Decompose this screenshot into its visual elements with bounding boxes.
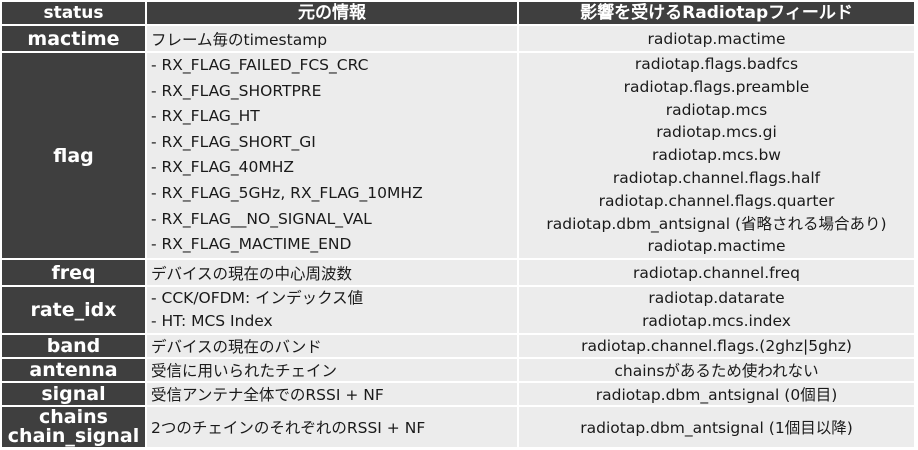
info-cell: 2つのチェインのそれぞれのRSSI + NF <box>147 407 517 448</box>
field-line: radiotap.channel.flags.quarter <box>598 191 835 210</box>
table-row: mactime フレーム毎のtimestamp radiotap.mactime <box>2 26 914 51</box>
field-cell: radiotap.dbm_antsignal (1個目以降) <box>519 407 914 448</box>
info-line: - RX_FLAG_SHORTPRE <box>151 81 322 100</box>
field-cell: radiotap.flags.badfcs radiotap.flags.pre… <box>519 53 914 259</box>
field-cell: radiotap.channel.flags.(2ghz|5ghz) <box>519 335 914 358</box>
field-line: radiotap.channel.flags.half <box>612 168 821 187</box>
field-line: radiotap.mcs.gi <box>656 123 777 142</box>
status-cell: freq <box>2 260 145 286</box>
info-cell: - CCK/OFDM: インデックス値 - HT: MCS Index <box>147 287 517 334</box>
info-line: - RX_FLAG_SHORT_GI <box>151 132 316 151</box>
field-cell: chainsがあるため使われない <box>519 359 914 382</box>
info-cell: デバイスの現在の中心周波数 <box>147 260 517 286</box>
info-line: - RX_FLAG__NO_SIGNAL_VAL <box>151 209 372 228</box>
status-cell: antenna <box>2 359 145 382</box>
info-line: - RX_FLAG_5GHz, RX_FLAG_10MHZ <box>151 183 423 202</box>
table-row: freq デバイスの現在の中心周波数 radiotap.channel.freq <box>2 260 914 286</box>
table-row: flag - RX_FLAG_FAILED_FCS_CRC - RX_FLAG_… <box>2 53 914 259</box>
field-cell: radiotap.datarate radiotap.mcs.index <box>519 287 914 334</box>
field-line: radiotap.datarate <box>648 289 785 308</box>
status-cell: rate_idx <box>2 287 145 334</box>
info-line: - RX_FLAG_40MHZ <box>151 158 295 177</box>
info-line: - RX_FLAG_HT <box>151 107 260 126</box>
status-cell: signal <box>2 383 145 406</box>
radiotap-mapping-table: status 元の情報 影響を受けるRadiotapフィールド mactime … <box>0 0 916 449</box>
field-line: radiotap.dbm_antsignal (省略される場合あり) <box>546 214 887 233</box>
field-cell: radiotap.dbm_antsignal (0個目) <box>519 383 914 406</box>
header-status: status <box>2 2 145 24</box>
table-row: antenna 受信に用いられたチェイン chainsがあるため使われない <box>2 359 914 382</box>
info-cell: 受信アンテナ全体でのRSSI + NF <box>147 383 517 406</box>
status-cell: mactime <box>2 26 145 51</box>
status-cell: flag <box>2 53 145 259</box>
field-line: radiotap.mactime <box>647 237 786 256</box>
info-line: - CCK/OFDM: インデックス値 <box>151 289 364 308</box>
info-line: - RX_FLAG_MACTIME_END <box>151 235 352 254</box>
status-cell: band <box>2 335 145 358</box>
header-field: 影響を受けるRadiotapフィールド <box>519 2 914 24</box>
field-line: radiotap.flags.preamble <box>623 77 810 96</box>
info-cell: フレーム毎のtimestamp <box>147 26 517 51</box>
header-info: 元の情報 <box>147 2 517 24</box>
field-line: radiotap.mcs.index <box>642 312 791 331</box>
info-cell: 受信に用いられたチェイン <box>147 359 517 382</box>
field-cell: radiotap.mactime <box>519 26 914 51</box>
field-cell: radiotap.channel.freq <box>519 260 914 286</box>
info-cell: - RX_FLAG_FAILED_FCS_CRC - RX_FLAG_SHORT… <box>147 53 517 259</box>
table-row: band デバイスの現在のバンド radiotap.channel.flags.… <box>2 335 914 358</box>
table-row: rate_idx - CCK/OFDM: インデックス値 - HT: MCS I… <box>2 287 914 334</box>
field-line: radiotap.mcs.bw <box>652 146 781 165</box>
info-line: - HT: MCS Index <box>151 312 273 331</box>
field-line: radiotap.mcs <box>665 100 768 119</box>
table-row: signal 受信アンテナ全体でのRSSI + NF radiotap.dbm_… <box>2 383 914 406</box>
info-line: - RX_FLAG_FAILED_FCS_CRC <box>151 56 369 74</box>
info-cell: デバイスの現在のバンド <box>147 335 517 358</box>
header-row: status 元の情報 影響を受けるRadiotapフィールド <box>2 2 914 24</box>
field-line: radiotap.flags.badfcs <box>634 55 799 73</box>
status-line: chain_signal <box>7 425 140 448</box>
status-cell: chains chain_signal <box>2 407 145 448</box>
table-row: chains chain_signal 2つのチェインのそれぞれのRSSI + … <box>2 407 914 448</box>
